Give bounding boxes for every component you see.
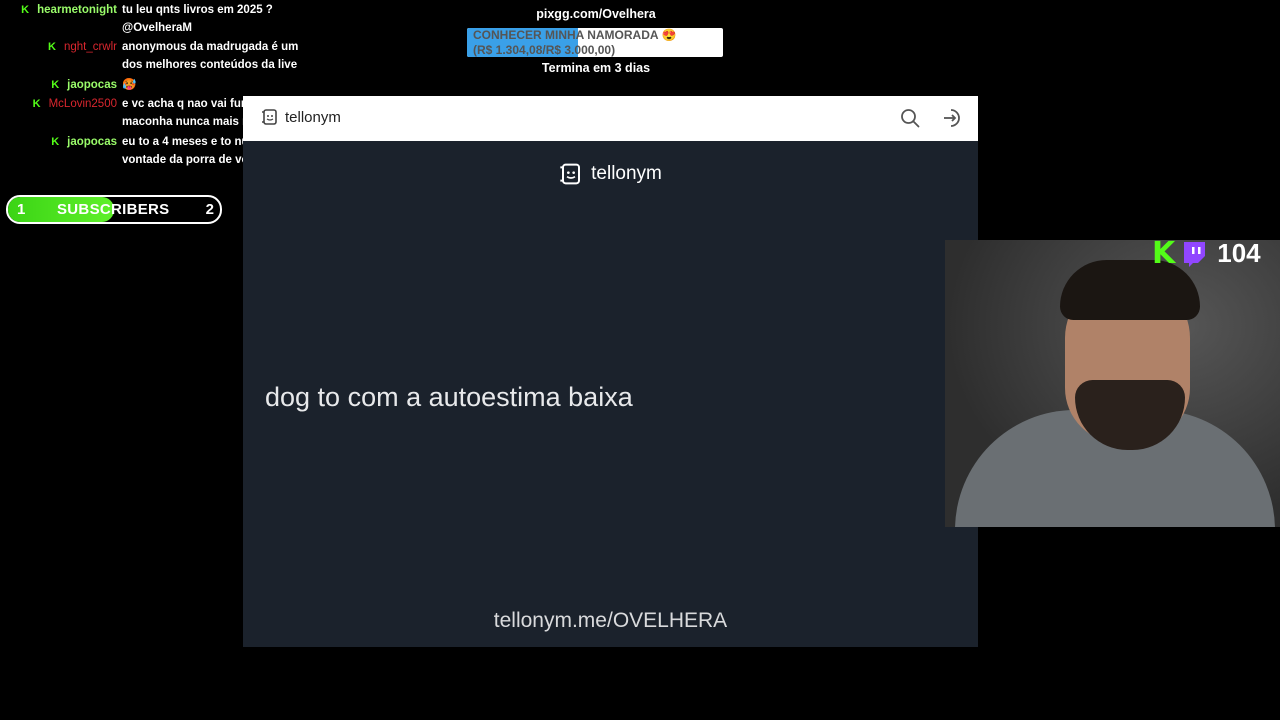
goal-title: CONHECER MINHA NAMORADA 😍 bbox=[473, 28, 677, 42]
chat-username: Knght_crwlr bbox=[48, 38, 117, 56]
goal-amount: (R$ 1.304,08/R$ 3.000,00) bbox=[473, 43, 616, 57]
viewer-count: 104 bbox=[1217, 238, 1261, 268]
kick-badge-icon: K bbox=[51, 136, 60, 148]
goal-url: pixgg.com/Ovelhera bbox=[536, 7, 656, 21]
chat-username: K McLovin2500 bbox=[33, 95, 117, 113]
twitch-icon bbox=[1184, 241, 1206, 267]
kick-badge-icon: K bbox=[21, 4, 30, 16]
tellonym-logo-icon bbox=[262, 109, 277, 125]
search-icon bbox=[901, 109, 920, 128]
profile-url: tellonym.me/OVELHERA bbox=[493, 609, 728, 632]
subscribers-goal-bar: 1 SUBSCRIBERS 2 bbox=[6, 195, 222, 224]
chat-line: anonymous da madrugada é um bbox=[122, 41, 299, 53]
donation-goal-bar: CONHECER MINHA NAMORADA 😍 (R$ 1.304,08/R… bbox=[467, 28, 723, 57]
top-navbar: tellonym bbox=[243, 96, 978, 141]
chat-line: tu leu qnts livros em 2025 ? bbox=[122, 4, 273, 16]
login-button[interactable] bbox=[942, 107, 964, 134]
goal-ends: Termina em 3 dias bbox=[541, 61, 651, 75]
chat-username: Kjaopocas bbox=[51, 133, 117, 151]
tellonym-logo-icon bbox=[560, 163, 581, 185]
card-brand-text: tellonym bbox=[591, 163, 662, 184]
question-text: dog to com a autoestima baixa bbox=[265, 382, 633, 412]
chat-line: dos melhores conteúdos da live bbox=[122, 59, 298, 71]
kick-badge-icon: K bbox=[32, 98, 41, 110]
chat-username-text: McLovin2500 bbox=[48, 98, 117, 110]
webcam-feed bbox=[945, 240, 1280, 527]
chat-username: Khearmetonight bbox=[21, 1, 117, 19]
kick-icon: K bbox=[1152, 236, 1176, 271]
chat-emote: 🥵 bbox=[122, 79, 137, 91]
chat-line: @OvelheraM bbox=[122, 22, 193, 34]
kick-badge-icon: K bbox=[51, 79, 60, 91]
chat-text: anonymous da madrugada é um dos melhores … bbox=[122, 38, 307, 74]
chat-username: Kjaopocas bbox=[51, 76, 117, 94]
subscribers-label: SUBSCRIBERS bbox=[57, 201, 170, 218]
subscribers-current: 1 bbox=[17, 201, 26, 218]
chat-text: tu leu qnts livros em 2025 ? @OvelheraM bbox=[122, 1, 307, 37]
login-icon bbox=[944, 109, 960, 127]
nav-brand-text: tellonym bbox=[285, 108, 341, 126]
viewer-stats: K 104 bbox=[1152, 236, 1261, 271]
subscribers-target: 2 bbox=[205, 201, 214, 218]
nav-logo[interactable]: tellonym bbox=[261, 108, 341, 126]
kick-badge-icon: K bbox=[47, 41, 56, 53]
chat-username-text: nght_crwlr bbox=[63, 41, 117, 53]
card-logo: tellonym bbox=[243, 162, 978, 186]
tellonym-window: tellonym tellonym dog to com a autoestim… bbox=[243, 96, 978, 647]
chat-text: 🥵 bbox=[122, 76, 307, 94]
chat-username-text: hearmetonight bbox=[37, 4, 117, 16]
chat-username-text: jaopocas bbox=[67, 136, 117, 148]
search-button[interactable] bbox=[900, 108, 920, 133]
chat-username-text: jaopocas bbox=[67, 79, 117, 91]
